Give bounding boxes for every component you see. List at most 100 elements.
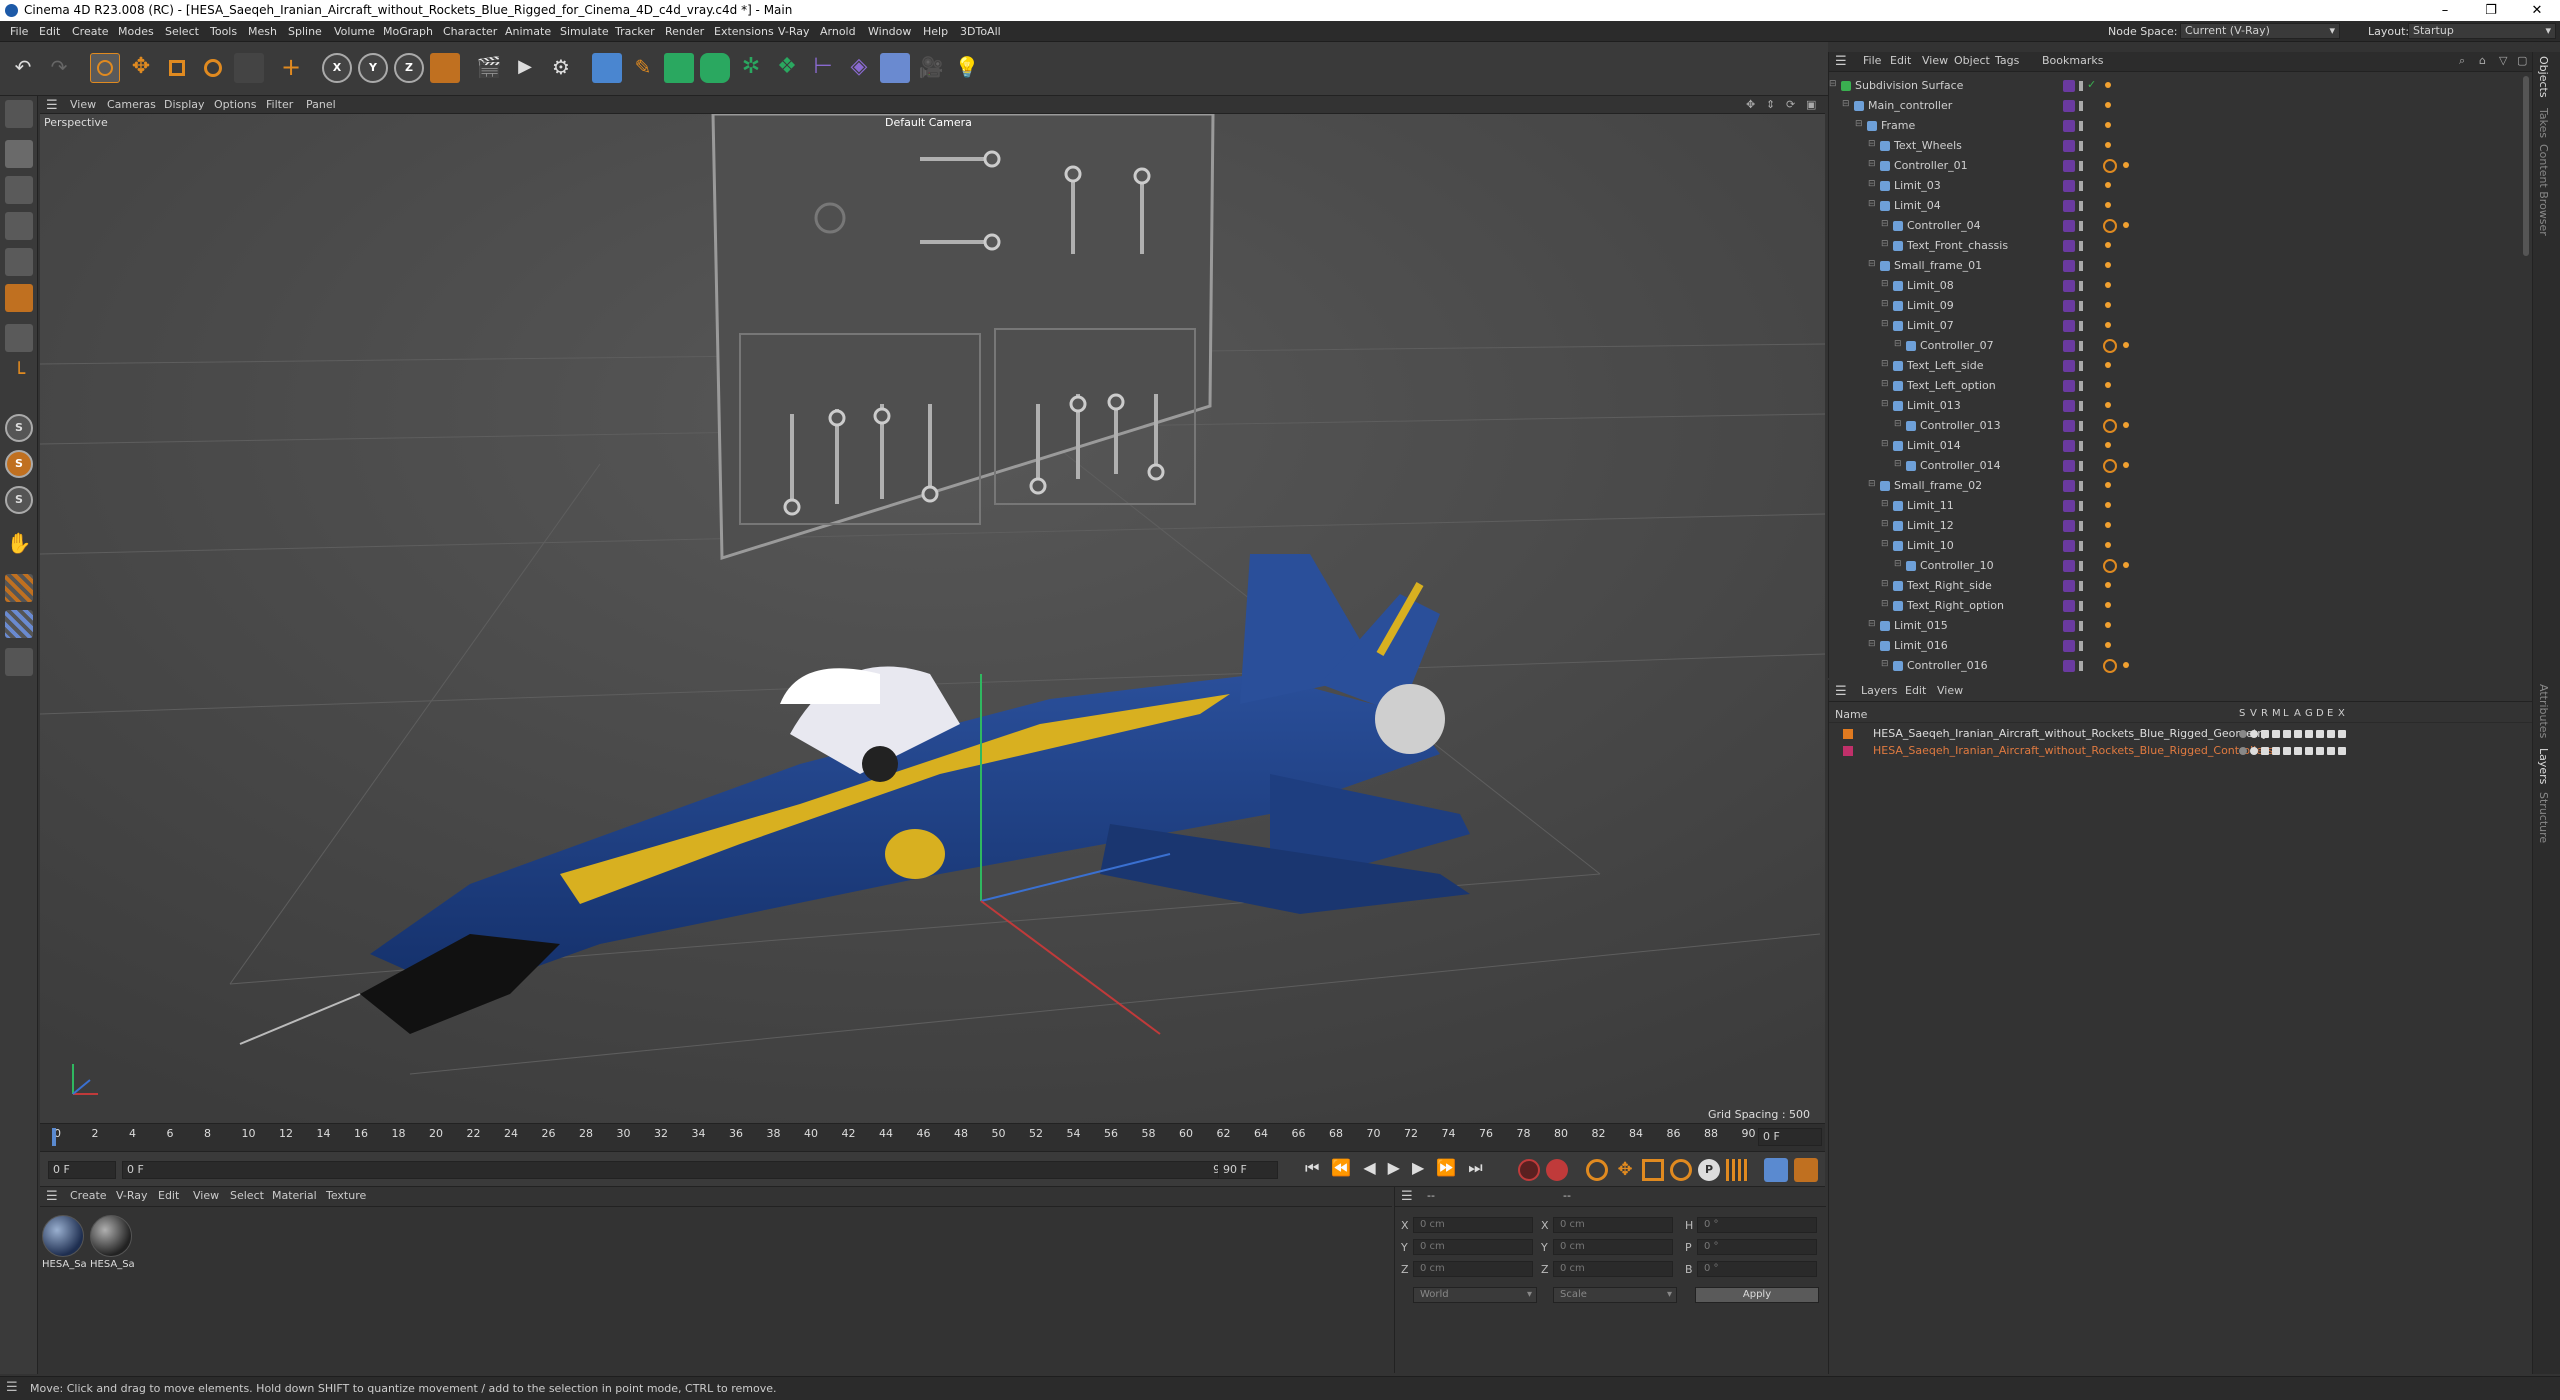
object-row[interactable]: ⊟ Limit_013	[1829, 396, 2533, 416]
pos-x-field[interactable]: 0 cm	[1413, 1217, 1533, 1233]
size-y-field[interactable]: 0 cm	[1553, 1239, 1673, 1255]
object-row[interactable]: ⊟ Limit_08	[1829, 276, 2533, 296]
node-space-dropdown[interactable]: Current (V-Ray) ▾	[2180, 23, 2340, 39]
keyframe-selection-icon[interactable]	[1586, 1159, 1608, 1181]
constraint-tag-icon[interactable]	[2103, 159, 2117, 173]
material-menu-view[interactable]: View	[193, 1189, 219, 1202]
visibility-dots-icon[interactable]	[2079, 661, 2083, 671]
viewport-move-icon[interactable]: ✥	[1746, 98, 1755, 111]
search-icon[interactable]: ⌕	[2459, 54, 2465, 68]
next-key-icon[interactable]: ⏩	[1436, 1158, 1468, 1177]
xpresso-tag-icon[interactable]	[2105, 642, 2111, 648]
xpresso-tag-icon[interactable]	[2105, 402, 2111, 408]
grid-icon[interactable]	[5, 574, 33, 602]
object-tree-scrollbar[interactable]	[2523, 76, 2529, 256]
model-mode-icon[interactable]	[5, 140, 33, 168]
expand-toggle-icon[interactable]: ⊟	[1881, 359, 1889, 369]
layer-color-swatch[interactable]	[2063, 480, 2075, 492]
go-end-icon[interactable]: ⏭	[1468, 1158, 1494, 1177]
object-row[interactable]: ⊟ Controller_016	[1829, 656, 2533, 676]
object-row[interactable]: ⊟ Limit_09	[1829, 296, 2533, 316]
expand-toggle-icon[interactable]: ⊟	[1881, 299, 1889, 309]
layer-color-swatch[interactable]	[2063, 200, 2075, 212]
key-pla-icon[interactable]	[1726, 1159, 1748, 1181]
expand-toggle-icon[interactable]: ⊟	[1868, 479, 1876, 489]
key-position-icon[interactable]: ✥	[1614, 1159, 1636, 1181]
layer-color-swatch[interactable]	[2063, 100, 2075, 112]
expand-toggle-icon[interactable]: ⊟	[1855, 119, 1863, 129]
expand-toggle-icon[interactable]: ⊟	[1881, 219, 1889, 229]
visibility-dots-icon[interactable]	[2079, 541, 2083, 551]
layer-toggle-icon[interactable]	[2305, 747, 2313, 755]
floor-icon[interactable]	[880, 53, 910, 83]
layout-dropdown[interactable]: Startup ▾	[2408, 23, 2556, 39]
visibility-dots-icon[interactable]	[2079, 481, 2083, 491]
new-window-icon[interactable]: ▢	[2517, 54, 2527, 67]
visibility-dots-icon[interactable]	[2079, 101, 2083, 111]
xpresso-tag-icon[interactable]	[2105, 322, 2111, 328]
material-menu-select[interactable]: Select	[230, 1189, 264, 1202]
visibility-dots-icon[interactable]	[2079, 281, 2083, 291]
material-menu-edit[interactable]: Edit	[158, 1189, 179, 1202]
material-menu-create[interactable]: Create	[70, 1189, 107, 1202]
y-axis-toggle[interactable]: Y	[358, 53, 388, 83]
expression-tag-icon[interactable]	[2123, 462, 2129, 468]
object-menu-view[interactable]: View	[1922, 54, 1948, 67]
object-row[interactable]: ⊟ Controller_01	[1829, 156, 2533, 176]
viewport-rotate-icon[interactable]: ⟳	[1786, 98, 1795, 111]
expand-toggle-icon[interactable]: ⊟	[1881, 439, 1889, 449]
constraint-tag-icon[interactable]	[2103, 659, 2117, 673]
viewport-menu-filter[interactable]: Filter	[266, 98, 293, 111]
menu-modes[interactable]: Modes	[118, 25, 154, 38]
menu-file[interactable]: File	[10, 25, 28, 38]
x-axis-toggle[interactable]: X	[322, 53, 352, 83]
viewport-menu-view[interactable]: View	[70, 98, 96, 111]
size-mode-dropdown[interactable]: Scale ▾	[1553, 1287, 1677, 1303]
xpresso-tag-icon[interactable]	[2105, 482, 2111, 488]
visibility-dots-icon[interactable]	[2079, 221, 2083, 231]
xpresso-tag-icon[interactable]	[2105, 602, 2111, 608]
layer-toggle-icon[interactable]	[2327, 747, 2335, 755]
layer-color-swatch[interactable]	[1843, 746, 1853, 756]
redo-icon[interactable]: ↷	[44, 53, 74, 83]
snap-toggle-2[interactable]: S	[5, 450, 33, 478]
visibility-dots-icon[interactable]	[2079, 121, 2083, 131]
object-row[interactable]: ⊟ Text_Right_side	[1829, 576, 2533, 596]
layer-color-swatch[interactable]	[2063, 380, 2075, 392]
xpresso-tag-icon[interactable]	[2105, 502, 2111, 508]
material-slot-2[interactable]: HESA_Sa	[90, 1215, 135, 1275]
expand-toggle-icon[interactable]: ⊟	[1829, 79, 1837, 89]
material-menu-vray[interactable]: V-Ray	[116, 1189, 148, 1202]
expand-toggle-icon[interactable]: ⊟	[1842, 99, 1850, 109]
visibility-dots-icon[interactable]	[2079, 301, 2083, 311]
uv-mode-icon[interactable]	[5, 324, 33, 352]
visibility-dots-icon[interactable]	[2079, 81, 2083, 91]
layer-row[interactable]: HESA_Saeqeh_Iranian_Aircraft_without_Roc…	[1829, 726, 2533, 743]
layer-color-swatch[interactable]	[2063, 360, 2075, 372]
filter-icon[interactable]: ▽	[2499, 54, 2507, 67]
menu-vray[interactable]: V-Ray	[778, 25, 810, 38]
hamburger-icon[interactable]: ☰	[1835, 684, 1847, 699]
xpresso-tag-icon[interactable]	[2105, 582, 2111, 588]
solo-icon[interactable]	[5, 610, 33, 638]
object-row[interactable]: ⊟ Controller_10	[1829, 556, 2533, 576]
layer-toggle-icon[interactable]	[2316, 747, 2324, 755]
camera-icon[interactable]: 🎥	[916, 53, 946, 83]
subdivision-icon[interactable]	[664, 53, 694, 83]
layer-color-swatch[interactable]	[2063, 220, 2075, 232]
layer-toggle-icon[interactable]	[2283, 730, 2291, 738]
object-row[interactable]: ⊟ Frame	[1829, 116, 2533, 136]
layer-color-swatch[interactable]	[2063, 140, 2075, 152]
expression-tag-icon[interactable]	[2123, 162, 2129, 168]
hamburger-icon[interactable]: ☰	[46, 1189, 58, 1204]
rot-b-field[interactable]: 0 °	[1697, 1261, 1817, 1277]
visibility-dots-icon[interactable]	[2079, 341, 2083, 351]
viewport-layout-icon[interactable]: ▣	[1806, 98, 1816, 111]
layer-toggle-icon[interactable]	[2316, 730, 2324, 738]
xpresso-tag-icon[interactable]	[2105, 522, 2111, 528]
coordinate-system-icon[interactable]	[430, 53, 460, 83]
object-row[interactable]: ⊟ Controller_07	[1829, 336, 2533, 356]
layer-toggle-icon[interactable]	[2294, 747, 2302, 755]
xpresso-tag-icon[interactable]	[2105, 542, 2111, 548]
xpresso-tag-icon[interactable]	[2105, 102, 2111, 108]
